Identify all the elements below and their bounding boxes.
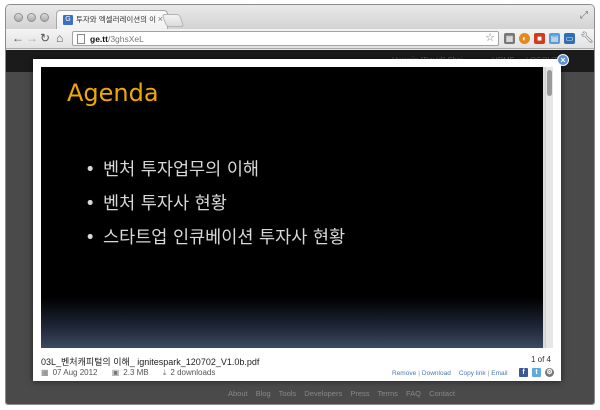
page-icon xyxy=(77,34,85,44)
bullet-item: 스타트업 인큐베이션 투자사 현황 xyxy=(85,221,345,255)
minimize-window-button[interactable] xyxy=(27,13,36,22)
download-link[interactable]: Download xyxy=(422,370,451,377)
browser-window: G 투자와 엑셀러레이션의 이해 - G × ⤢ ← → ↻ ⌂ ge.tt/3… xyxy=(5,4,595,405)
star-icon[interactable]: ☆ xyxy=(485,32,495,45)
slide: Agenda 벤처 투자업무의 이해 벤처 투자사 현황 스타트업 인큐베이션 … xyxy=(41,67,543,348)
slide-title: Agenda xyxy=(67,79,159,107)
extension-icon[interactable]: ▦ xyxy=(504,33,515,44)
file-actions: Remove | Download Copy link | Email xyxy=(392,370,508,377)
address-bar[interactable]: ge.tt/3ghsXeL ☆ xyxy=(72,31,499,46)
footer-link[interactable]: FAQ xyxy=(406,389,421,398)
footer-link[interactable]: Contact xyxy=(429,389,455,398)
calendar-icon: ▦ xyxy=(41,368,49,377)
back-arrow-icon[interactable]: ← xyxy=(12,32,24,45)
page-viewport: Hwanjin "David" Choi HOME LOGOUT About B… xyxy=(6,50,594,404)
gear-icon[interactable]: ⚙︎ xyxy=(545,368,554,377)
browser-toolbar: ← → ↻ ⌂ ge.tt/3ghsXeL ☆ ▦ ◐ ■ ▤ ▭ 🔧︎ xyxy=(6,29,594,49)
scroll-thumb[interactable] xyxy=(547,70,552,96)
download-icon: ⤓ xyxy=(162,368,167,377)
bullet-item: 벤처 투자업무의 이해 xyxy=(85,153,345,187)
footer-links: About Blog Tools Developers Press Terms … xyxy=(228,389,461,398)
remove-link[interactable]: Remove xyxy=(392,370,416,377)
page-indicator: 1 of 4 xyxy=(530,355,551,364)
url-text: ge.tt/3ghsXeL xyxy=(90,34,144,44)
close-icon[interactable]: × xyxy=(557,54,569,66)
wrench-icon[interactable]: 🔧︎ xyxy=(580,32,594,44)
forward-arrow-icon[interactable]: → xyxy=(26,32,38,45)
browser-tab[interactable]: G 투자와 엑셀러레이션의 이해 - G × xyxy=(56,10,168,29)
fullscreen-icon[interactable]: ⤢ xyxy=(580,10,588,21)
bullet-list: 벤처 투자업무의 이해 벤처 투자사 현황 스타트업 인큐베이션 투자사 현황 xyxy=(85,153,345,255)
close-window-button[interactable] xyxy=(14,13,23,22)
footer-link[interactable]: About xyxy=(228,389,248,398)
favicon-icon: G xyxy=(63,15,73,25)
tab-title: 투자와 엑셀러레이션의 이해 - G xyxy=(76,15,156,24)
extension-icon[interactable]: ▭ xyxy=(564,33,575,44)
reload-icon[interactable]: ↻ xyxy=(40,32,50,45)
twitter-icon[interactable]: t xyxy=(532,368,541,377)
footer-link[interactable]: Press xyxy=(350,389,369,398)
file-preview-modal: Agenda 벤처 투자업무의 이해 벤처 투자사 현황 스타트업 인큐베이션 … xyxy=(33,59,561,381)
footer-link[interactable]: Developers xyxy=(304,389,342,398)
viewer-scrollbar[interactable] xyxy=(545,67,553,348)
zoom-window-button[interactable] xyxy=(40,13,49,22)
facebook-icon[interactable]: f xyxy=(519,368,528,377)
footer-link[interactable]: Tools xyxy=(279,389,297,398)
extension-icon[interactable]: ◐ xyxy=(519,33,530,44)
home-icon[interactable]: ⌂ xyxy=(56,32,63,45)
document-viewer[interactable]: Agenda 벤처 투자업무의 이해 벤처 투자사 현황 스타트업 인큐베이션 … xyxy=(41,67,553,348)
file-name: 03L_벤처캐피털의 이해_ ignitespark_120702_V1.0b.… xyxy=(41,357,260,367)
file-date: 07 Aug 2012 xyxy=(52,368,98,377)
disk-icon: ▣ xyxy=(111,368,120,377)
bullet-item: 벤처 투자사 현황 xyxy=(85,187,345,221)
file-meta: ▦ 07 Aug 2012 ▣ 2.3 MB ⤓ 2 downloads xyxy=(41,368,227,378)
copy-link[interactable]: Copy link xyxy=(459,370,486,377)
footer-link[interactable]: Terms xyxy=(377,389,397,398)
email-link[interactable]: Email xyxy=(491,370,507,377)
extension-icon[interactable]: ▤ xyxy=(549,33,560,44)
extension-icon[interactable]: ■ xyxy=(534,33,545,44)
footer-link[interactable]: Blog xyxy=(256,389,271,398)
new-tab-button[interactable] xyxy=(161,14,185,27)
file-size: 2.3 MB xyxy=(123,368,149,377)
download-count: 2 downloads xyxy=(170,368,216,377)
title-bar: G 투자와 엑셀러레이션의 이해 - G × ⤢ xyxy=(6,5,594,29)
